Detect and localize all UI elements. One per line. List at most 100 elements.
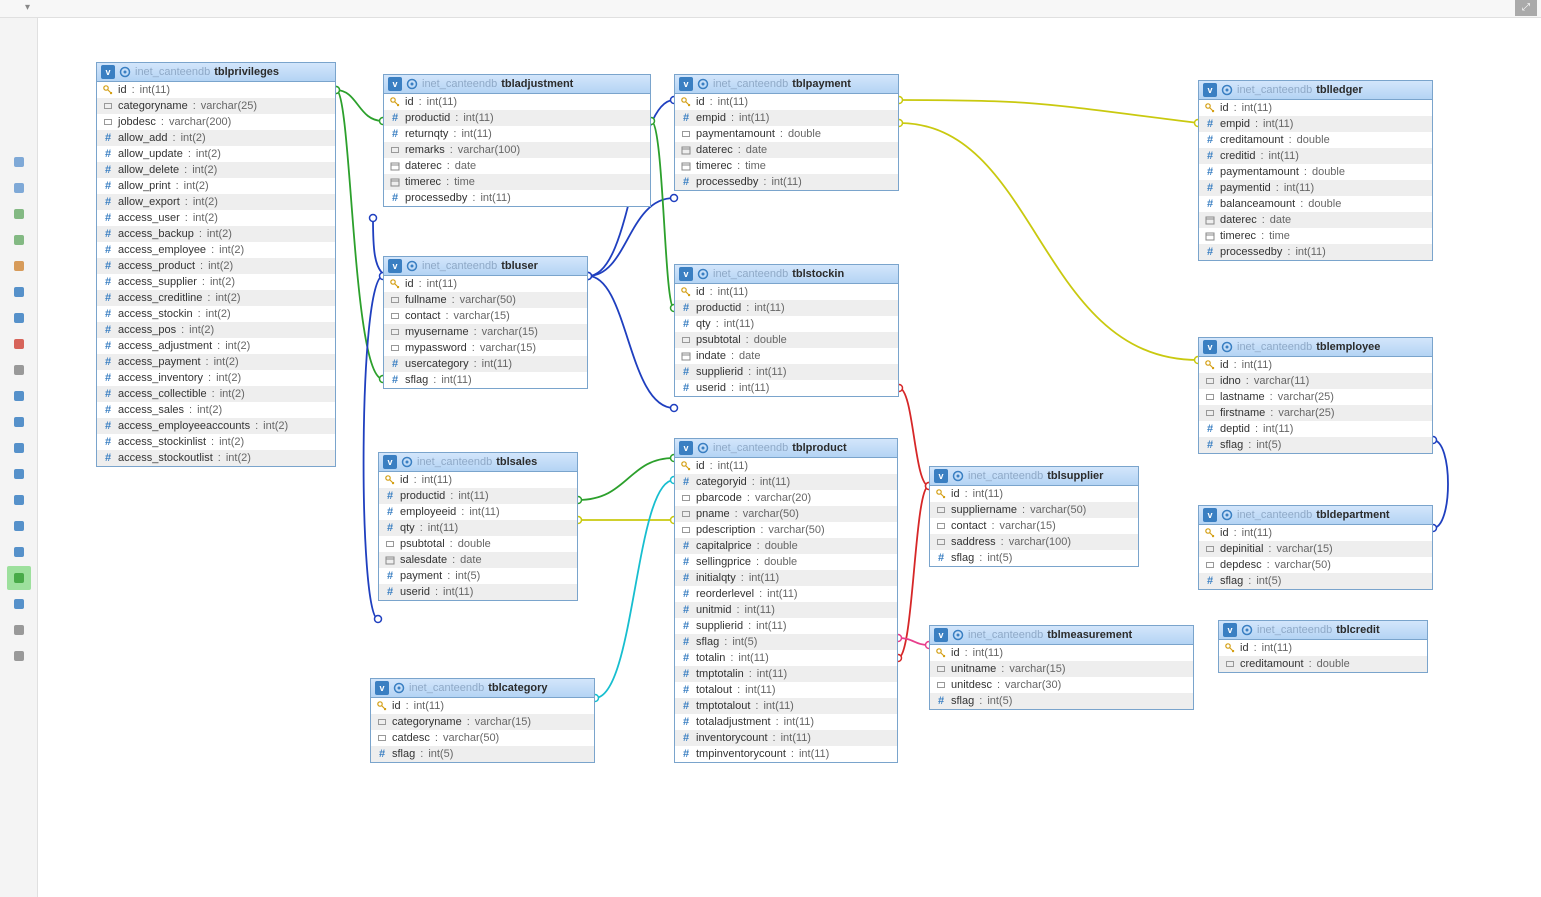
- fullscreen-icon[interactable]: [7, 176, 31, 200]
- column-row[interactable]: #sflag:int(5): [930, 693, 1193, 709]
- column-row[interactable]: #totalout:int(11): [675, 682, 897, 698]
- gear-icon[interactable]: [697, 78, 709, 90]
- table-header[interactable]: v inet_canteendb tblproduct: [675, 439, 897, 458]
- column-row[interactable]: #access_user:int(2): [97, 210, 335, 226]
- table-header[interactable]: v inet_canteendb tblstockin: [675, 265, 898, 284]
- canvas[interactable]: v inet_canteendb tblprivilegesid:int(11)…: [38, 18, 1541, 897]
- column-row[interactable]: #allow_add:int(2): [97, 130, 335, 146]
- column-row[interactable]: #initialqty:int(11): [675, 570, 897, 586]
- column-row[interactable]: #userid:int(11): [675, 380, 898, 396]
- column-row[interactable]: #balanceamount:double: [1199, 196, 1432, 212]
- page-icon[interactable]: [7, 202, 31, 226]
- page-red-icon[interactable]: [7, 332, 31, 356]
- view-icon[interactable]: v: [1223, 623, 1237, 637]
- column-row[interactable]: #sflag:int(5): [930, 550, 1138, 566]
- expand-panel-icon[interactable]: ⤢: [1515, 0, 1537, 16]
- gear-icon[interactable]: [401, 456, 413, 468]
- table-header[interactable]: v inet_canteendb tbldepartment: [1199, 506, 1432, 525]
- column-row[interactable]: lastname:varchar(25): [1199, 389, 1432, 405]
- gear-icon[interactable]: [697, 268, 709, 280]
- table-header[interactable]: v inet_canteendb tblcredit: [1219, 621, 1427, 640]
- column-row[interactable]: categoryname:varchar(25): [97, 98, 335, 114]
- column-row[interactable]: timerec:time: [384, 174, 650, 190]
- view-icon[interactable]: v: [101, 65, 115, 79]
- column-row[interactable]: #paymentamount:double: [1199, 164, 1432, 180]
- column-row[interactable]: creditamount:double: [1219, 656, 1427, 672]
- view-icon[interactable]: v: [679, 267, 693, 281]
- column-row[interactable]: #processedby:int(11): [1199, 244, 1432, 260]
- table-header[interactable]: v inet_canteendb tblsales: [379, 453, 577, 472]
- column-row[interactable]: timerec:time: [675, 158, 898, 174]
- gear-icon[interactable]: [1221, 341, 1233, 353]
- column-row[interactable]: daterec:date: [675, 142, 898, 158]
- column-row[interactable]: contact:varchar(15): [384, 308, 587, 324]
- table-header[interactable]: v inet_canteendb tblmeasurement: [930, 626, 1193, 645]
- column-row[interactable]: psubtotal:double: [675, 332, 898, 348]
- save-icon[interactable]: [7, 280, 31, 304]
- view-icon[interactable]: v: [679, 77, 693, 91]
- gear-icon[interactable]: [406, 260, 418, 272]
- column-row[interactable]: #tmptotalin:int(11): [675, 666, 897, 682]
- column-row[interactable]: #access_product:int(2): [97, 258, 335, 274]
- target-icon[interactable]: [7, 410, 31, 434]
- column-row[interactable]: id:int(11): [1219, 640, 1427, 656]
- column-row[interactable]: #usercategory:int(11): [384, 356, 587, 372]
- column-row[interactable]: idno:varchar(11): [1199, 373, 1432, 389]
- column-row[interactable]: id:int(11): [1199, 357, 1432, 373]
- column-row[interactable]: #productid:int(11): [675, 300, 898, 316]
- column-row[interactable]: #allow_export:int(2): [97, 194, 335, 210]
- view-icon[interactable]: v: [679, 441, 693, 455]
- column-row[interactable]: depdesc:varchar(50): [1199, 557, 1432, 573]
- column-row[interactable]: #access_stockin:int(2): [97, 306, 335, 322]
- table-header[interactable]: v inet_canteendb tbluser: [384, 257, 587, 276]
- chevrons-down-icon[interactable]: [7, 150, 31, 174]
- column-row[interactable]: id:int(11): [675, 284, 898, 300]
- column-row[interactable]: #creditamount:double: [1199, 132, 1432, 148]
- column-row[interactable]: #inventorycount:int(11): [675, 730, 897, 746]
- anchor-icon[interactable]: [7, 644, 31, 668]
- column-row[interactable]: #access_creditline:int(2): [97, 290, 335, 306]
- column-row[interactable]: #returnqty:int(11): [384, 126, 650, 142]
- edit-icon[interactable]: [7, 254, 31, 278]
- column-row[interactable]: #sflag:int(11): [384, 372, 587, 388]
- column-row[interactable]: fullname:varchar(50): [384, 292, 587, 308]
- column-row[interactable]: #productid:int(11): [379, 488, 577, 504]
- column-row[interactable]: #processedby:int(11): [675, 174, 898, 190]
- column-row[interactable]: #access_backup:int(2): [97, 226, 335, 242]
- column-row[interactable]: #supplierid:int(11): [675, 618, 897, 634]
- column-row[interactable]: #sellingprice:double: [675, 554, 897, 570]
- connector-icon[interactable]: [7, 384, 31, 408]
- column-row[interactable]: id:int(11): [384, 276, 587, 292]
- table-header[interactable]: v inet_canteendb tblledger: [1199, 81, 1432, 100]
- column-row[interactable]: timerec:time: [1199, 228, 1432, 244]
- column-row[interactable]: #sflag:int(5): [1199, 437, 1432, 453]
- table-header[interactable]: v inet_canteendb tblemployee: [1199, 338, 1432, 357]
- column-row[interactable]: saddress:varchar(100): [930, 534, 1138, 550]
- column-row[interactable]: #productid:int(11): [384, 110, 650, 126]
- column-row[interactable]: pdescription:varchar(50): [675, 522, 897, 538]
- view-icon[interactable]: v: [934, 469, 948, 483]
- view-icon[interactable]: v: [383, 455, 397, 469]
- column-row[interactable]: #categoryid:int(11): [675, 474, 897, 490]
- column-row[interactable]: #access_pos:int(2): [97, 322, 335, 338]
- info-icon[interactable]: [7, 436, 31, 460]
- column-row[interactable]: #sflag:int(5): [1199, 573, 1432, 589]
- view-icon[interactable]: v: [1203, 340, 1217, 354]
- globe-icon[interactable]: [7, 514, 31, 538]
- column-row[interactable]: id:int(11): [1199, 525, 1432, 541]
- column-row[interactable]: categoryname:varchar(15): [371, 714, 594, 730]
- column-row[interactable]: unitname:varchar(15): [930, 661, 1193, 677]
- table-header[interactable]: v inet_canteendb tbladjustment: [384, 75, 650, 94]
- table-tblpayment[interactable]: v inet_canteendb tblpaymentid:int(11)#em…: [674, 74, 899, 191]
- column-row[interactable]: id:int(11): [930, 645, 1193, 661]
- column-row[interactable]: pname:varchar(50): [675, 506, 897, 522]
- column-row[interactable]: #creditid:int(11): [1199, 148, 1432, 164]
- column-row[interactable]: #qty:int(11): [675, 316, 898, 332]
- column-row[interactable]: remarks:varchar(100): [384, 142, 650, 158]
- column-row[interactable]: jobdesc:varchar(200): [97, 114, 335, 130]
- table-header[interactable]: v inet_canteendb tblsupplier: [930, 467, 1138, 486]
- gear-icon[interactable]: [119, 66, 131, 78]
- column-row[interactable]: #capitalprice:double: [675, 538, 897, 554]
- table-tbluser[interactable]: v inet_canteendb tbluserid:int(11)fullna…: [383, 256, 588, 389]
- column-row[interactable]: catdesc:varchar(50): [371, 730, 594, 746]
